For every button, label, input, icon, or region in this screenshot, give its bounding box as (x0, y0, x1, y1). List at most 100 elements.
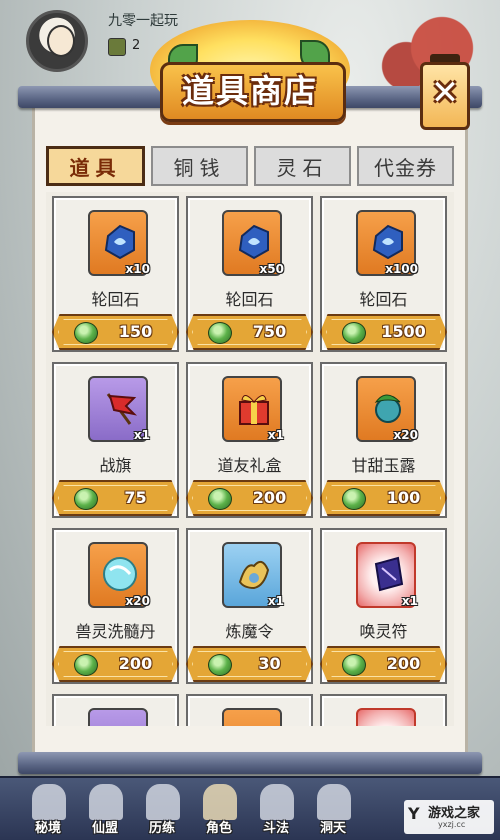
talisman-icon (368, 554, 408, 594)
item-grid: x10 轮回石 150 x50 轮回石 750 x100 轮回石 1500 x1 战旗 75 x1 道友礼… (52, 196, 448, 726)
shop-item-card[interactable]: x100 轮回石 1500 (320, 196, 447, 352)
jade-currency-icon (208, 488, 232, 510)
gift-box-icon (234, 388, 274, 428)
shop-item-card[interactable]: x1 战旗 75 (52, 362, 179, 518)
buy-button[interactable]: 200 (186, 480, 313, 516)
pill-icon (100, 554, 140, 594)
watermark-sub: yxzj.cc (438, 820, 466, 829)
nav-label: 角色 (205, 821, 232, 836)
item-icon-frame: x1 (356, 542, 418, 608)
close-icon: ✕ (430, 73, 460, 113)
scroll-rod-bottom (18, 752, 482, 774)
item-name: 甘甜玉露 (351, 456, 416, 475)
item-icon-frame: x1 (222, 376, 284, 442)
jade-currency-icon (74, 654, 98, 676)
nav-item-1[interactable]: 仙盟 (77, 778, 133, 840)
item-price: 150 (118, 322, 153, 341)
shop-item-card[interactable]: x50 轮回石 750 (186, 196, 313, 352)
nav-label: 历练 (148, 821, 175, 836)
jade-currency-icon (342, 488, 366, 510)
item-name: 轮回石 (359, 290, 408, 309)
tab-1[interactable]: 铜钱 (151, 146, 248, 186)
buy-button[interactable]: 1500 (320, 314, 447, 350)
item-icon-frame: x100 (356, 210, 418, 276)
shop-tabs: 道具 铜钱 灵石 代金券 (46, 146, 454, 188)
shop-item-card[interactable]: x20 兽灵洗髓丹 200 (52, 528, 179, 684)
item-name: 道友礼盒 (217, 456, 282, 475)
item-name: 兽灵洗髓丹 (75, 622, 156, 641)
item-quantity: x1 (401, 594, 418, 608)
item-price: 30 (258, 654, 281, 673)
banner-icon (100, 388, 140, 428)
shop-item-card[interactable]: x1 唤灵符 200 (320, 528, 447, 684)
item-name: 轮回石 (225, 290, 274, 309)
nav-item-0[interactable]: 秘境 (20, 778, 76, 840)
shop-title: 道具商店 (181, 72, 318, 110)
item-icon-frame (88, 708, 148, 726)
dew-icon (368, 388, 408, 428)
buy-button[interactable]: 200 (320, 646, 447, 682)
shop-item-card[interactable]: x1 炼魔令 30 (186, 528, 313, 684)
stone-icon (368, 222, 408, 262)
nav-figure-icon (89, 784, 123, 820)
item-quantity: x1 (267, 594, 284, 608)
nav-figure-icon (203, 784, 237, 820)
coin-count: 2 (132, 38, 141, 53)
shop-item-card[interactable]: x1 道友礼盒 200 (186, 362, 313, 518)
player-name: 九零一起玩 (108, 13, 178, 29)
stone-icon (100, 222, 140, 262)
item-price: 200 (118, 654, 153, 673)
item-icon-frame (222, 708, 282, 726)
shop-item-card-partial[interactable] (320, 694, 447, 726)
jade-currency-icon (74, 322, 98, 344)
nav-item-5[interactable]: 洞天 (305, 778, 361, 840)
buy-button[interactable]: 200 (52, 646, 179, 682)
coin-icon (108, 38, 126, 56)
jade-currency-icon (74, 488, 98, 510)
nav-label: 秘境 (34, 821, 61, 836)
buy-button[interactable]: 150 (52, 314, 179, 350)
avatar[interactable] (26, 10, 88, 72)
item-name: 炼魔令 (225, 622, 274, 641)
tab-3[interactable]: 代金券 (357, 146, 454, 186)
nav-label: 洞天 (319, 821, 346, 836)
item-price: 200 (386, 654, 421, 673)
close-button[interactable]: ✕ (420, 62, 470, 130)
shop-item-card-partial[interactable] (52, 694, 179, 726)
item-name: 轮回石 (91, 290, 140, 309)
buy-button[interactable]: 750 (186, 314, 313, 350)
jade-currency-icon (208, 654, 232, 676)
watermark-logo: Y (408, 804, 420, 823)
buy-button[interactable]: 30 (186, 646, 313, 682)
item-quantity: x1 (133, 428, 150, 442)
item-quantity: x20 (393, 428, 418, 442)
tab-0[interactable]: 道具 (46, 146, 145, 186)
nav-item-2[interactable]: 历练 (134, 778, 190, 840)
jade-currency-icon (342, 322, 366, 344)
watermark-text: 游戏之家 (428, 806, 481, 821)
nav-figure-icon (32, 784, 66, 820)
watermark: Y 游戏之家 yxzj.cc (404, 800, 494, 834)
item-name: 战旗 (99, 456, 132, 475)
token-icon (234, 554, 274, 594)
shop-item-card[interactable]: x20 甘甜玉露 100 (320, 362, 447, 518)
item-quantity: x10 (125, 262, 150, 276)
item-icon-frame (356, 708, 416, 726)
item-quantity: x100 (385, 262, 418, 276)
jade-currency-icon (342, 654, 366, 676)
item-icon-frame: x1 (88, 376, 150, 442)
stone-icon (234, 222, 274, 262)
item-quantity: x50 (259, 262, 284, 276)
shop-item-card[interactable]: x10 轮回石 150 (52, 196, 179, 352)
nav-item-4[interactable]: 斗法 (248, 778, 304, 840)
item-list[interactable]: x10 轮回石 150 x50 轮回石 750 x100 轮回石 1500 x1 战旗 75 x1 道友礼… (46, 192, 454, 726)
item-icon-frame: x20 (356, 376, 418, 442)
item-price: 200 (252, 488, 287, 507)
item-price: 75 (124, 488, 147, 507)
shop-item-card-partial[interactable] (186, 694, 313, 726)
tab-2[interactable]: 灵石 (254, 146, 351, 186)
buy-button[interactable]: 100 (320, 480, 447, 516)
nav-figure-icon (260, 784, 294, 820)
buy-button[interactable]: 75 (52, 480, 179, 516)
nav-item-3[interactable]: 角色 (191, 778, 247, 840)
